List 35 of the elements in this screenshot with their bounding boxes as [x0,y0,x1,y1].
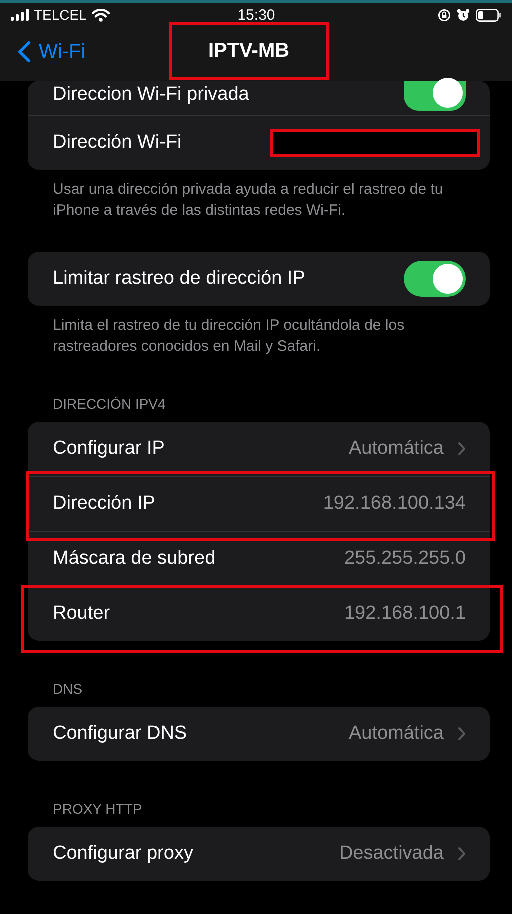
setting-value: 192.168.100.134 [323,493,466,515]
section-header: DNS [52,681,84,699]
chevron-left-icon [18,41,31,63]
setting-label: Direccion Wi-Fi privada [53,83,250,107]
section-header: DIRECCIÓN IPV4 [52,396,167,414]
setting-value: Automática [348,438,444,460]
section-footnote: Limita el rastreo de tu dirección IP ocultándola de los rastreadores conocidos en Mail y Safari. [52,316,406,357]
battery-icon [476,8,502,22]
setting-label: Configurar proxy [53,843,194,865]
chevron-right-icon [458,442,466,456]
wifi-icon [92,8,110,22]
carrier-name: TELCEL [34,7,87,23]
setting-label: Limitar rastreo de dirección IP [53,268,306,290]
toggle-switch[interactable] [404,261,466,297]
chevron-right-icon [458,847,466,861]
setting-label: Dirección IP [53,493,156,515]
alarm-clock-icon [456,8,470,22]
setting-label: Dirección Wi-Fi [53,132,183,154]
setting-label: Router [53,603,112,625]
page-title: IPTV-MB [169,22,329,80]
section-header: PROXY HTTP [52,801,144,819]
section-footnote: Usar una dirección privada ayuda a reducir el rastreo de tu iPhone a través de las distintas redes Wi-Fi. [52,180,444,221]
setting-value: 255.255.255.0 [344,548,466,570]
rotation-lock-icon [438,8,451,22]
back-button[interactable]: Wi-Fi [0,40,86,64]
setting-value: Automática [348,723,444,745]
clock-time: 15:30 [238,6,276,24]
setting-label: Configurar DNS [53,723,188,745]
setting-value: 192.168.100.1 [344,603,466,625]
setting-label: Configurar IP [53,438,166,460]
chevron-right-icon [458,727,466,741]
setting-label: Máscara de subred [53,548,217,570]
setting-value: Desactivada [339,843,444,865]
toggle-switch[interactable] [404,81,466,111]
signal-icon [11,9,29,21]
